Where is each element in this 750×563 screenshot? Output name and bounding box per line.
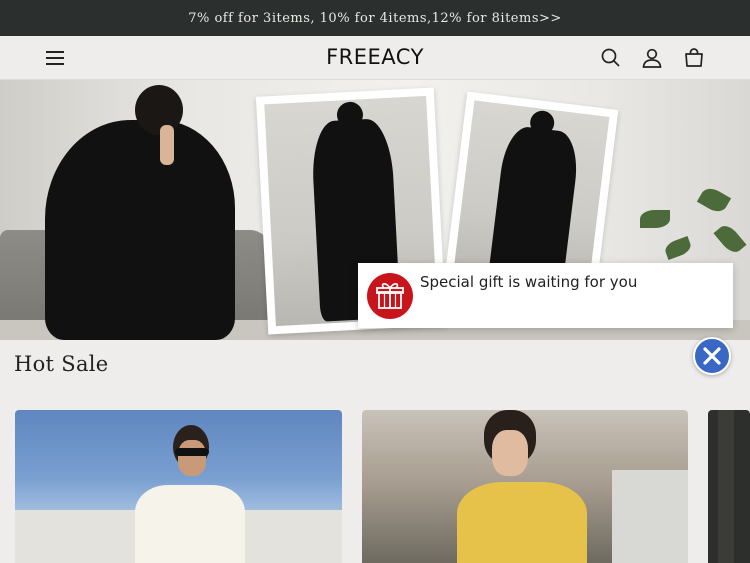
hero-plant — [640, 210, 670, 228]
site-logo[interactable]: FREEACY — [0, 45, 750, 69]
announcement-bar[interactable]: 7% off for 3items, 10% for 4items,12% fo… — [0, 0, 750, 36]
account-icon[interactable] — [640, 46, 664, 70]
close-icon[interactable] — [693, 337, 731, 375]
product-image — [15, 410, 342, 563]
hero-model-head — [135, 85, 183, 135]
gift-popup[interactable]: Special gift is waiting for you — [358, 263, 733, 328]
product-card[interactable] — [708, 410, 750, 563]
section-title: Hot Sale — [14, 352, 109, 376]
gift-icon — [367, 273, 413, 319]
menu-icon[interactable] — [44, 48, 68, 68]
product-card[interactable] — [15, 410, 342, 563]
cart-icon[interactable] — [682, 46, 706, 70]
search-icon[interactable] — [599, 46, 623, 70]
hero-model-seated — [45, 120, 235, 340]
site-header: FREEACY — [0, 36, 750, 80]
hero-model-arm — [160, 125, 174, 165]
gift-popup-text: Special gift is waiting for you — [420, 273, 638, 291]
announcement-text[interactable]: 7% off for 3items, 10% for 4items,12% fo… — [188, 11, 562, 26]
product-card[interactable] — [362, 410, 688, 563]
product-image — [718, 410, 734, 563]
product-image — [362, 410, 688, 563]
